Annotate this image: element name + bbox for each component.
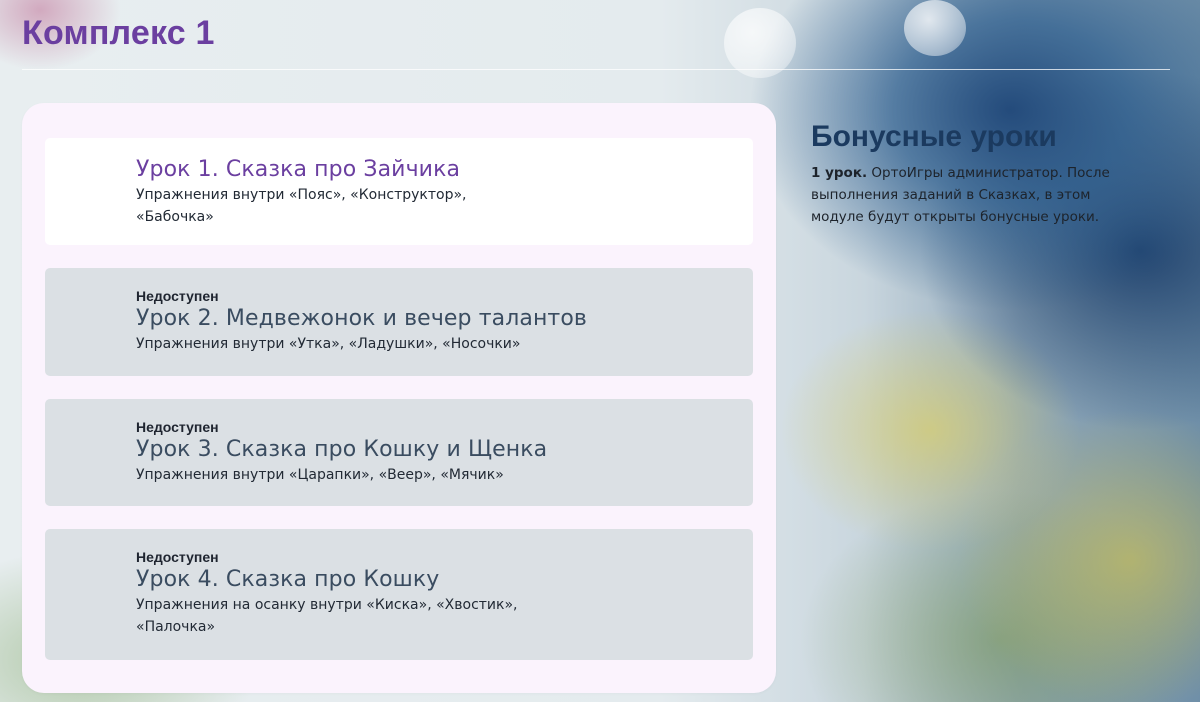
bonus-lesson-count: 1 урок. bbox=[811, 165, 868, 181]
lesson-status-badge: Недоступен bbox=[136, 419, 219, 435]
header-divider bbox=[22, 69, 1170, 70]
lesson-status-badge: Недоступен bbox=[136, 549, 219, 565]
decorative-bubble bbox=[904, 0, 966, 56]
lesson-title: Урок 2. Медвежонок и вечер талантов bbox=[136, 306, 587, 331]
lesson-status-badge: Недоступен bbox=[136, 288, 219, 304]
decorative-bubble bbox=[724, 8, 796, 78]
bonus-title[interactable]: Бонусные уроки bbox=[811, 118, 1141, 156]
lesson-title: Урок 4. Сказка про Кошку bbox=[136, 567, 440, 592]
bonus-lessons-section: Бонусные уроки 1 урок. ОртоИгры админист… bbox=[811, 118, 1141, 228]
lessons-panel: Урок 1. Сказка про Зайчика Упражнения вн… bbox=[22, 103, 776, 693]
lesson-description: Упражнения внутри «Царапки», «Веер», «Мя… bbox=[136, 467, 504, 483]
lesson-card-1[interactable]: Урок 1. Сказка про Зайчика Упражнения вн… bbox=[45, 138, 753, 245]
lesson-card-2: Недоступен Урок 2. Медвежонок и вечер та… bbox=[45, 268, 753, 376]
page-title: Комплекс 1 bbox=[22, 14, 215, 52]
lesson-description: Упражнения на осанку внутри «Киска», «Хв… bbox=[136, 597, 518, 635]
lesson-card-3: Недоступен Урок 3. Сказка про Кошку и Ще… bbox=[45, 399, 753, 506]
lesson-description: Упражнения внутри «Утка», «Ладушки», «Но… bbox=[136, 336, 521, 352]
lesson-card-4: Недоступен Урок 4. Сказка про Кошку Упра… bbox=[45, 529, 753, 660]
lesson-title: Урок 3. Сказка про Кошку и Щенка bbox=[136, 437, 548, 462]
lesson-title[interactable]: Урок 1. Сказка про Зайчика bbox=[136, 156, 753, 184]
lesson-description: Упражнения внутри «Пояс», «Конструктор»,… bbox=[136, 187, 467, 225]
bonus-description: 1 урок. ОртоИгры администратор. После вы… bbox=[811, 162, 1141, 228]
